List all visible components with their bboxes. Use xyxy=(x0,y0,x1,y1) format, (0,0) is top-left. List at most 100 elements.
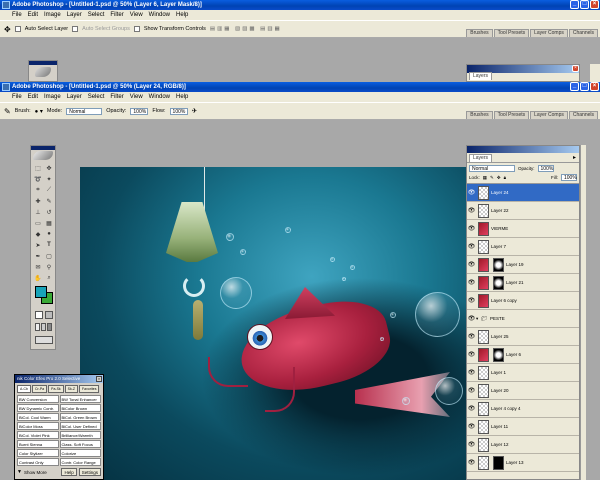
menu-select[interactable]: Select xyxy=(88,94,105,100)
layer-row[interactable]: 👁︎ Layer 21 xyxy=(467,274,579,292)
clone-stamp-tool-icon[interactable]: ⊥ xyxy=(33,207,43,217)
menu-window[interactable]: Window xyxy=(149,94,170,100)
dock-tab-channels[interactable]: Channels xyxy=(568,29,598,37)
lasso-tool-icon[interactable]: ➰ xyxy=(33,174,43,184)
nik-filter-button[interactable]: BiCol. Cool Warm xyxy=(17,413,59,421)
menu-help[interactable]: Help xyxy=(176,12,188,18)
visibility-eye-icon[interactable]: 👁︎ xyxy=(467,189,476,196)
visibility-eye-icon[interactable]: 👁︎ xyxy=(467,333,476,340)
screen-mode-icon[interactable] xyxy=(41,323,46,331)
visibility-eye-icon[interactable]: 👁︎ xyxy=(467,441,476,448)
visibility-eye-icon[interactable]: 👁︎ xyxy=(467,243,476,250)
menu-filter[interactable]: Filter xyxy=(110,12,123,18)
layer-mask-thumbnail[interactable] xyxy=(493,275,504,290)
eraser-tool-icon[interactable]: ▭ xyxy=(33,218,43,228)
move-tool-icon[interactable]: ✥ xyxy=(44,163,54,173)
close-icon[interactable]: × xyxy=(590,82,599,91)
layer-row[interactable]: 👁︎ Layer 12 xyxy=(467,436,579,454)
menu-file[interactable]: File xyxy=(12,12,22,18)
dock-tab-brushes[interactable]: Brushes xyxy=(466,111,493,119)
dock-tab-tool-presets[interactable]: Tool Presets xyxy=(493,29,530,37)
layer-thumbnail[interactable] xyxy=(478,185,489,200)
nik-help-button[interactable]: Help xyxy=(61,468,77,476)
nik-show-more[interactable]: Show More xyxy=(24,470,47,475)
shape-tool-icon[interactable]: ▢ xyxy=(44,251,54,261)
layer-mask-thumbnail[interactable] xyxy=(493,347,504,362)
menu-image[interactable]: Image xyxy=(44,12,61,18)
pen-tool-icon[interactable]: ✒ xyxy=(33,251,43,261)
nik-filter-button[interactable]: BW Dynamic Contr. xyxy=(17,404,59,412)
menu-file[interactable]: File xyxy=(12,94,22,100)
nik-filter-button[interactable]: Contrast Only xyxy=(17,458,59,466)
nik-filter-button[interactable]: Colorize xyxy=(59,449,101,457)
visibility-eye-icon[interactable]: 👁︎ xyxy=(467,297,476,304)
minimize-icon[interactable]: _ xyxy=(570,0,579,9)
notes-tool-icon[interactable]: ✉ xyxy=(33,262,43,272)
lock-transparency-icon[interactable]: ▦ xyxy=(483,175,487,181)
back-window-titlebar[interactable]: Adobe Photoshop - [Untitled-1.psd @ 50% … xyxy=(0,0,600,10)
layer-thumbnail[interactable] xyxy=(478,257,489,272)
blend-mode-select[interactable]: Normal xyxy=(469,165,515,172)
visibility-eye-icon[interactable]: 👁︎ xyxy=(467,369,476,376)
maximize-icon[interactable]: □ xyxy=(580,0,589,9)
standard-mode-icon[interactable] xyxy=(35,311,43,319)
visibility-eye-icon[interactable]: 👁︎ xyxy=(467,459,476,466)
zoom-tool-icon[interactable]: ⌕ xyxy=(44,273,54,283)
layers-tab[interactable]: Layers xyxy=(469,154,493,162)
fill-input[interactable]: 100% xyxy=(561,174,577,181)
layer-mask-thumbnail[interactable] xyxy=(493,455,504,470)
slice-tool-icon[interactable]: ⟋ xyxy=(44,185,54,195)
screen-mode-icon[interactable] xyxy=(47,323,52,331)
layers-panel-grip[interactable] xyxy=(467,146,579,153)
dock-tab-layer-comps[interactable]: Layer Comps xyxy=(530,111,568,119)
layer-thumbnail[interactable] xyxy=(478,347,489,362)
layer-row[interactable]: 👁︎ Layer 13 xyxy=(467,454,579,472)
quick-mask-icon[interactable] xyxy=(45,311,53,319)
layer-row[interactable]: 👁︎ Layer 6 xyxy=(467,346,579,364)
nik-tab[interactable]: Pa-Sk xyxy=(48,385,64,393)
gradient-tool-icon[interactable]: ▦ xyxy=(44,218,54,228)
magic-wand-tool-icon[interactable]: ✦ xyxy=(44,174,54,184)
blur-tool-icon[interactable]: ◆ xyxy=(33,229,43,239)
visibility-eye-icon[interactable]: 👁︎ xyxy=(467,261,476,268)
brush-tool-icon[interactable]: ✎ xyxy=(44,196,54,206)
nik-filter-button[interactable]: BiCol. Green Brown xyxy=(59,413,101,421)
type-tool-icon[interactable]: T xyxy=(44,240,54,250)
nik-filter-button[interactable]: BiColor Brown xyxy=(59,404,101,412)
path-selection-tool-icon[interactable]: ➤ xyxy=(33,240,43,250)
close-icon[interactable]: × xyxy=(572,65,579,72)
document-canvas[interactable] xyxy=(80,167,466,480)
history-brush-tool-icon[interactable]: ↺ xyxy=(44,207,54,217)
nik-tab[interactable]: Sk-Z xyxy=(64,385,79,393)
minimize-icon[interactable]: _ xyxy=(570,82,579,91)
menu-edit[interactable]: Edit xyxy=(28,12,38,18)
nik-panel-titlebar[interactable]: nik Color Efex Pro 2.0 Selective × xyxy=(15,375,103,383)
menu-filter[interactable]: Filter xyxy=(110,94,123,100)
crop-tool-icon[interactable]: ⌗ xyxy=(33,185,43,195)
layer-row[interactable]: 👁︎ Layer 25 xyxy=(467,328,579,346)
menu-view[interactable]: View xyxy=(130,94,143,100)
show-transform-checkbox[interactable] xyxy=(133,26,140,32)
layer-thumbnail[interactable] xyxy=(478,383,489,398)
nik-filter-button[interactable]: Contr. Color Range xyxy=(59,458,101,466)
visibility-eye-icon[interactable]: 👁︎ xyxy=(467,279,476,286)
menu-window[interactable]: Window xyxy=(149,12,170,18)
nik-filter-button[interactable]: Color Stylizer xyxy=(17,449,59,457)
auto-select-groups-checkbox[interactable] xyxy=(72,26,79,32)
nik-filter-button[interactable]: Class. Soft Focus xyxy=(59,440,101,448)
lock-position-icon[interactable]: ✥ xyxy=(497,175,501,181)
chevron-down-icon[interactable]: ▼ xyxy=(17,469,22,475)
layer-row[interactable]: 👁︎ Layer 4 copy 4 xyxy=(467,400,579,418)
close-icon[interactable]: × xyxy=(590,0,599,9)
move-tool-icon[interactable]: ✥ xyxy=(4,25,11,34)
lock-paint-icon[interactable]: ✎ xyxy=(490,175,494,181)
nik-filter-button[interactable]: Brilliance/Warmth xyxy=(59,431,101,439)
nik-tab[interactable]: Favorites xyxy=(79,385,100,393)
nik-filter-button[interactable]: Burnt Sienna xyxy=(17,440,59,448)
layer-mask-thumbnail[interactable] xyxy=(493,257,504,272)
layer-thumbnail[interactable] xyxy=(478,221,489,236)
nik-filter-button[interactable]: BiCol. Violet Pink xyxy=(17,431,59,439)
back-layers-tab[interactable]: Layers xyxy=(469,72,493,80)
dock-tab-channels[interactable]: Channels xyxy=(568,111,598,119)
dock-tab-layer-comps[interactable]: Layer Comps xyxy=(530,29,568,37)
